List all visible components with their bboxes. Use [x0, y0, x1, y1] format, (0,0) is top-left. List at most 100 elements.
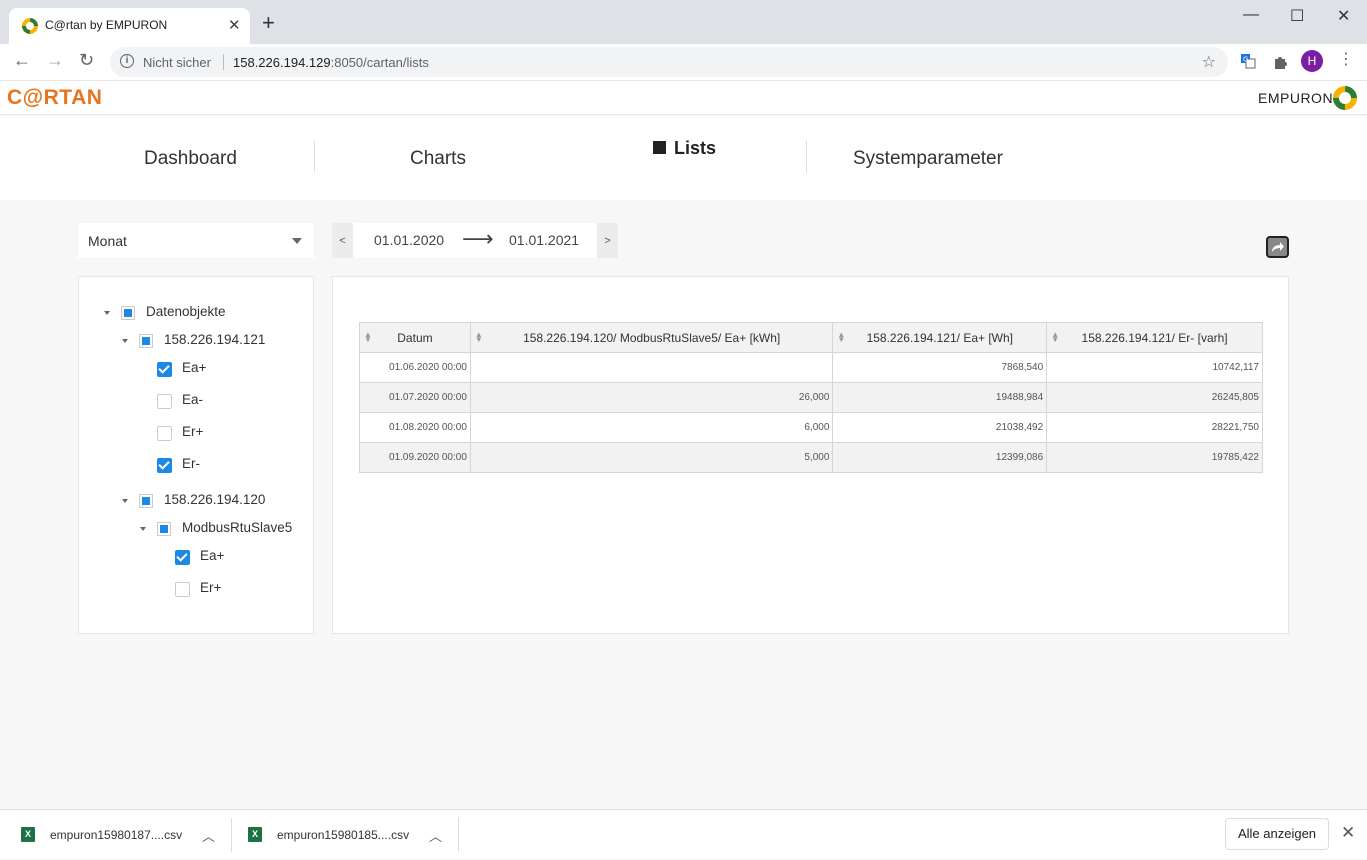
nav-divider	[314, 141, 315, 173]
tree-checkbox-slave[interactable]	[157, 522, 171, 536]
table-cell: 6,000	[469, 412, 834, 443]
table-cell: 26245,805	[1046, 382, 1263, 413]
profile-avatar[interactable]: H	[1301, 50, 1323, 72]
tree-label-d1-er-plus[interactable]: Er+	[182, 424, 203, 439]
sort-icon[interactable]: ▲ ▼	[475, 331, 483, 344]
export-share-icon[interactable]	[1266, 236, 1289, 258]
translate-icon[interactable]: G	[1240, 53, 1256, 69]
tree-expand-icon[interactable]	[104, 311, 110, 315]
sort-icon[interactable]: ▲ ▼	[364, 331, 372, 344]
tree-label-datenobjekte[interactable]: Datenobjekte	[146, 304, 226, 319]
new-tab-button[interactable]: +	[262, 12, 275, 34]
main-nav: Dashboard Charts Lists Systemparameter	[0, 116, 1367, 200]
downloads-bar: X empuron15980187....csv ︿ X empuron1598…	[0, 809, 1367, 859]
tree-label-s-er-plus[interactable]: Er+	[200, 580, 221, 595]
tree-label-s-ea-plus[interactable]: Ea+	[200, 548, 224, 563]
tab-title: C@rtan by EMPURON	[45, 18, 168, 32]
download-item[interactable]: X empuron15980187....csv ︿	[21, 810, 221, 860]
table-row: 01.07.2020 00:00 26,000 19488,984 26245,…	[359, 382, 1263, 413]
nav-lists[interactable]: Lists	[653, 138, 716, 159]
tree-checkbox-datenobjekte[interactable]	[121, 306, 135, 320]
table-header-row: ▲ ▼ Datum ▲ ▼ 158.226.194.120/ ModbusRtuSlav…	[359, 322, 1263, 353]
tree-label-d1-er-minus[interactable]: Er-	[182, 456, 200, 471]
table-cell	[469, 352, 834, 383]
excel-file-icon: X	[21, 827, 35, 842]
address-separator	[223, 54, 224, 70]
tree-checkbox-d1-er-plus[interactable]	[157, 426, 172, 441]
chevron-up-icon[interactable]: ︿	[202, 826, 215, 845]
tree-checkbox-d1-ea-plus[interactable]	[157, 362, 172, 377]
nav-charts[interactable]: Charts	[410, 148, 466, 170]
tree-label-device-120[interactable]: 158.226.194.120	[164, 492, 265, 507]
url-text[interactable]: 158.226.194.129:8050/cartan/lists	[233, 55, 429, 70]
table-cell: 01.08.2020 00:00	[359, 412, 471, 443]
prev-period-button[interactable]: <	[332, 223, 353, 258]
tree-expand-icon[interactable]	[122, 339, 128, 343]
column-header-121-ea-plus[interactable]: ▲ ▼ 158.226.194.121/ Ea+ [Wh]	[832, 322, 1048, 353]
nav-lists-label: Lists	[674, 138, 717, 158]
info-icon[interactable]: i	[120, 54, 134, 68]
column-header-label: 158.226.194.121/ Ea+ [Wh]	[866, 330, 1014, 345]
tree-checkbox-device-121[interactable]	[139, 334, 153, 348]
column-header-slave-ea-plus[interactable]: ▲ ▼ 158.226.194.120/ ModbusRtuSlave5/ Ea+ …	[469, 322, 834, 353]
tab-close-icon[interactable]: ✕	[228, 16, 241, 34]
tree-label-slave[interactable]: ModbusRtuSlave5	[182, 520, 292, 535]
cartan-logo[interactable]: C@RTAN	[7, 86, 102, 110]
nav-systemparameter[interactable]: Systemparameter	[853, 148, 1003, 170]
list-panel: ▲ ▼ Datum ▲ ▼ 158.226.194.120/ ModbusRtuSlav…	[332, 276, 1289, 634]
browser-menu-icon[interactable]: ⋮	[1338, 49, 1354, 69]
column-header-label: Datum	[397, 330, 433, 345]
tree-expand-icon[interactable]	[122, 499, 128, 503]
tree-label-d1-ea-plus[interactable]: Ea+	[182, 360, 206, 375]
tree-checkbox-d1-ea-minus[interactable]	[157, 394, 172, 409]
tree-expand-icon[interactable]	[140, 527, 146, 531]
nav-dashboard[interactable]: Dashboard	[144, 148, 237, 170]
table-cell: 01.07.2020 00:00	[359, 382, 471, 413]
nav-divider	[806, 141, 807, 173]
browser-tab[interactable]: C@rtan by EMPURON ✕	[9, 8, 250, 44]
security-label[interactable]: Nicht sicher	[143, 55, 211, 70]
tree-checkbox-s-er-plus[interactable]	[175, 582, 190, 597]
window-close-icon[interactable]: ✕	[1337, 6, 1350, 26]
date-from-input[interactable]: 01.01.2020	[374, 232, 444, 248]
download-item[interactable]: X empuron15980185....csv ︿	[248, 810, 448, 860]
column-header-label: 158.226.194.121/ Er- [varh]	[1081, 330, 1228, 345]
empuron-favicon-icon	[22, 18, 38, 34]
table-row: 01.09.2020 00:00 5,000 12399,086 19785,4…	[359, 442, 1263, 473]
date-range-arrow-icon: ⟶	[462, 226, 494, 251]
back-icon[interactable]: ←	[13, 50, 31, 71]
data-table: ▲ ▼ Datum ▲ ▼ 158.226.194.120/ ModbusRtuSlav…	[359, 322, 1263, 473]
download-filename: empuron15980185....csv	[277, 828, 410, 842]
maximize-icon[interactable]: ☐	[1290, 6, 1304, 26]
table-cell: 10742,117	[1046, 352, 1263, 383]
empuron-logo-text: EMPURON	[1258, 90, 1334, 106]
show-all-downloads-button[interactable]: Alle anzeigen	[1225, 818, 1329, 850]
table-cell: 26,000	[469, 382, 834, 413]
tree-checkbox-d1-er-minus[interactable]	[157, 458, 172, 473]
tree-checkbox-s-ea-plus[interactable]	[175, 550, 190, 565]
tree-label-device-121[interactable]: 158.226.194.121	[164, 332, 265, 347]
next-period-button[interactable]: >	[597, 223, 618, 258]
column-header-121-er-minus[interactable]: ▲ ▼ 158.226.194.121/ Er- [varh]	[1046, 322, 1263, 353]
chevron-up-icon[interactable]: ︿	[429, 826, 442, 845]
forward-icon[interactable]: →	[46, 50, 64, 71]
browser-titlebar: C@rtan by EMPURON ✕ + — ☐ ✕	[0, 0, 1367, 44]
extensions-puzzle-icon[interactable]	[1272, 54, 1288, 70]
table-cell: 28221,750	[1046, 412, 1263, 443]
tree-label-d1-ea-minus[interactable]: Ea-	[182, 392, 203, 407]
table-cell: 19488,984	[832, 382, 1048, 413]
empuron-logo-icon	[1333, 86, 1357, 110]
date-to-input[interactable]: 01.01.2021	[509, 232, 579, 248]
downloads-close-icon[interactable]: ✕	[1341, 823, 1355, 843]
minimize-icon[interactable]: —	[1243, 6, 1259, 24]
period-select[interactable]: Monat	[78, 223, 314, 258]
table-cell: 01.06.2020 00:00	[359, 352, 471, 383]
bookmark-star-icon[interactable]: ☆	[1202, 52, 1216, 72]
column-header-datum[interactable]: ▲ ▼ Datum	[359, 322, 471, 353]
date-range-picker: < 01.01.2020 ⟶ 01.01.2021 >	[332, 223, 618, 258]
address-bar[interactable]: i Nicht sicher 158.226.194.129:8050/cart…	[110, 47, 1228, 77]
sort-icon[interactable]: ▲ ▼	[837, 331, 845, 344]
reload-icon[interactable]: ↻	[79, 50, 94, 71]
tree-checkbox-device-120[interactable]	[139, 494, 153, 508]
sort-icon[interactable]: ▲ ▼	[1051, 331, 1059, 344]
